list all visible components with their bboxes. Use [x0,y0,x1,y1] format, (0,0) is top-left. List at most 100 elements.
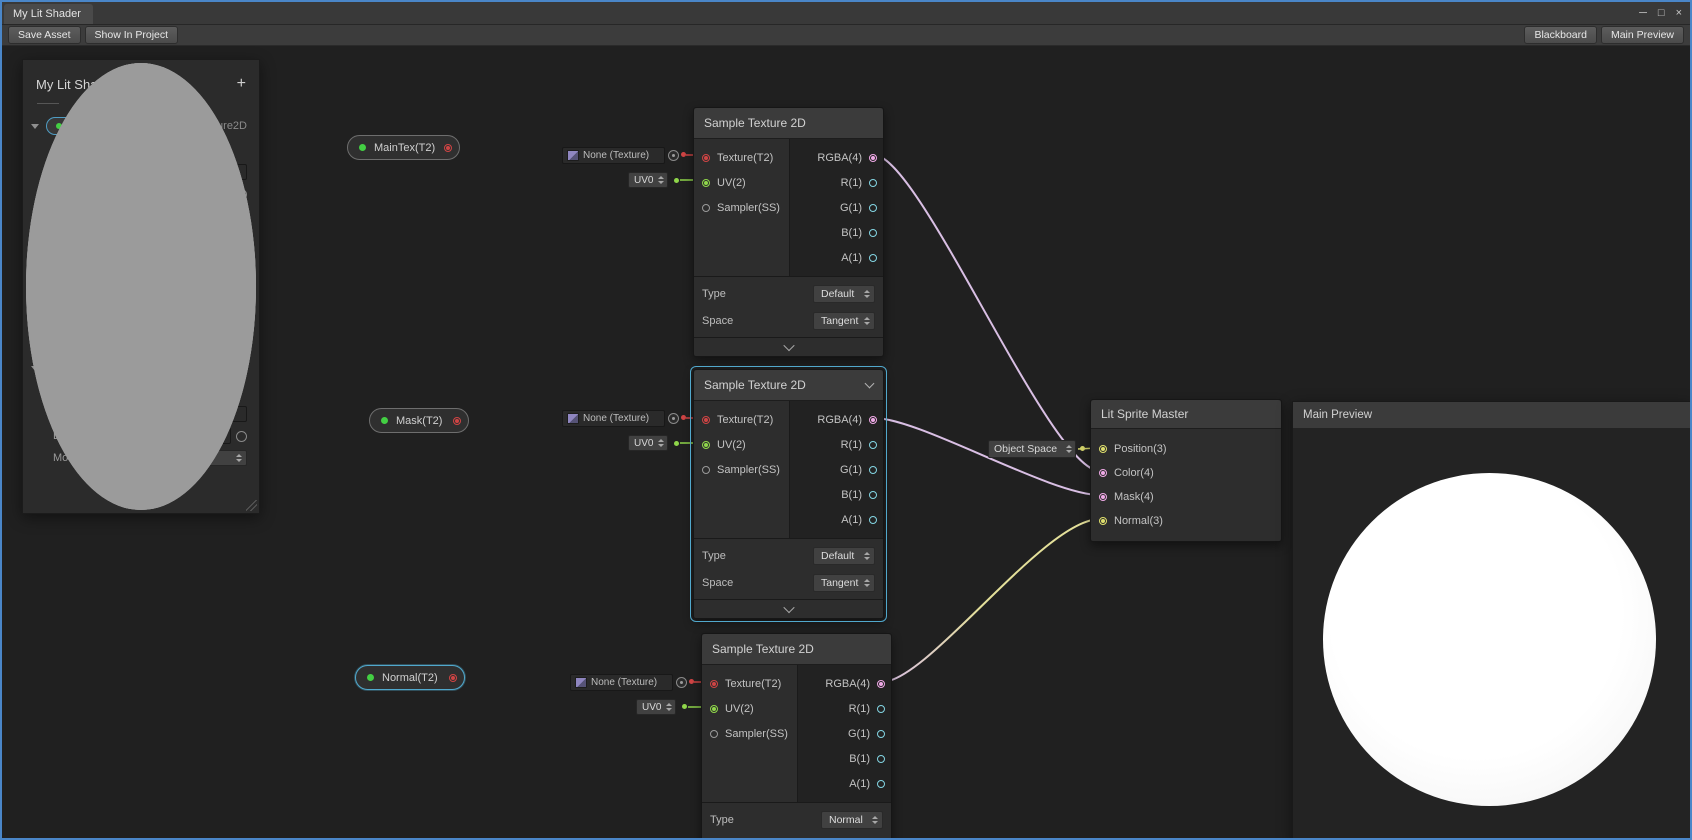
uv-port-icon[interactable] [702,179,710,187]
uv-channel-dropdown[interactable]: UV0 [628,435,668,451]
minimize-icon[interactable]: ─ [1639,8,1647,19]
object-picker-icon[interactable] [236,431,247,442]
a-port-icon[interactable] [869,516,877,524]
blackboard-toggle-button[interactable]: Blackboard [1524,26,1597,44]
a-port-icon[interactable] [877,780,885,788]
output-port-rgba[interactable]: RGBA(4) [790,407,883,432]
r-port-icon[interactable] [869,179,877,187]
input-port-mask[interactable]: Mask(4) [1091,485,1281,509]
blackboard-resize-grip[interactable] [246,500,257,511]
node-header[interactable]: Lit Sprite Master [1091,400,1281,429]
a-port-icon[interactable] [869,254,877,262]
node-header[interactable]: Sample Texture 2D [702,634,891,665]
expand-triangle-icon[interactable] [31,124,39,129]
input-port-sampler[interactable]: Sampler(SS) [694,457,789,482]
rgba-port-icon[interactable] [869,154,877,162]
input-port-uv[interactable]: UV(2) [702,696,797,721]
input-port-sampler[interactable]: Sampler(SS) [694,195,789,220]
g-port-icon[interactable] [869,466,877,474]
b-port-icon[interactable] [869,229,877,237]
uv-port-icon[interactable] [702,441,710,449]
save-asset-button[interactable]: Save Asset [8,26,81,44]
close-icon[interactable]: × [1676,8,1682,19]
output-port-r[interactable]: R(1) [798,696,891,721]
node-sample-texture-2d-3[interactable]: Sample Texture 2D Texture(T2) UV(2) Samp… [701,633,892,840]
node-header[interactable]: Sample Texture 2D [694,370,883,401]
texture-output-port[interactable] [453,417,461,425]
output-port-g[interactable]: G(1) [790,195,883,220]
window-tab[interactable]: My Lit Shader [4,4,93,24]
r-port-icon[interactable] [869,441,877,449]
output-port-rgba[interactable]: RGBA(4) [790,145,883,170]
output-port-b[interactable]: B(1) [790,220,883,245]
texture-port-icon[interactable] [702,154,710,162]
chevron-down-icon[interactable] [865,379,875,389]
property-node-mask[interactable]: Mask(T2) [369,408,469,433]
input-port-uv[interactable]: UV(2) [694,432,789,457]
object-picker-icon[interactable] [676,677,687,688]
object-picker-icon[interactable] [668,150,679,161]
output-port-r[interactable]: R(1) [790,432,883,457]
b-port-icon[interactable] [869,491,877,499]
output-port-rgba[interactable]: RGBA(4) [798,671,891,696]
texture-port-icon[interactable] [702,416,710,424]
space-dropdown[interactable]: Tangent [813,312,875,330]
input-port-texture[interactable]: Texture(T2) [702,671,797,696]
texture-port-icon[interactable] [710,680,718,688]
input-port-uv[interactable]: UV(2) [694,170,789,195]
blackboard-panel[interactable]: My Lit Shader + MainTex Texture2D Expose… [22,59,260,514]
type-dropdown[interactable]: Default [813,547,875,565]
node-header[interactable]: Sample Texture 2D [694,108,883,139]
input-port-color[interactable]: Color(4) [1091,461,1281,485]
g-port-icon[interactable] [869,204,877,212]
titlebar[interactable]: My Lit Shader ─ □ × [2,2,1690,25]
property-node-normal[interactable]: Normal(T2) [355,665,465,690]
space-dropdown[interactable]: Tangent [813,574,875,592]
output-port-a[interactable]: A(1) [790,245,883,270]
position-port-icon[interactable] [1099,445,1107,453]
rgba-port-icon[interactable] [877,680,885,688]
texture-slot-field[interactable]: None (Texture) [570,674,673,691]
texture-slot-field[interactable]: None (Texture) [562,147,665,164]
object-picker-icon[interactable] [668,413,679,424]
output-port-b[interactable]: B(1) [798,746,891,771]
input-port-sampler[interactable]: Sampler(SS) [702,721,797,746]
show-in-project-button[interactable]: Show In Project [85,26,179,44]
r-port-icon[interactable] [877,705,885,713]
output-port-b[interactable]: B(1) [790,482,883,507]
property-node-maintex[interactable]: MainTex(T2) [347,135,460,160]
sampler-port-icon[interactable] [702,204,710,212]
type-dropdown[interactable]: Normal [821,811,883,829]
texture-slot-field[interactable]: None (Texture) [562,410,665,427]
input-port-normal[interactable]: Normal(3) [1091,509,1281,533]
output-port-g[interactable]: G(1) [798,721,891,746]
sampler-port-icon[interactable] [702,466,710,474]
node-sample-texture-2d-1[interactable]: Sample Texture 2D Texture(T2) UV(2) Samp… [693,107,884,357]
main-preview-header[interactable]: Main Preview [1293,402,1691,429]
node-lit-sprite-master[interactable]: Lit Sprite Master Position(3) Color(4) M… [1090,399,1282,542]
main-preview-panel[interactable]: Main Preview [1292,401,1692,840]
texture-output-port[interactable] [444,144,452,152]
position-space-dropdown[interactable]: Object Space [988,440,1076,458]
maximize-icon[interactable]: □ [1658,8,1665,19]
main-preview-toggle-button[interactable]: Main Preview [1601,26,1684,44]
uv-channel-dropdown[interactable]: UV0 [628,172,668,188]
b-port-icon[interactable] [877,755,885,763]
g-port-icon[interactable] [877,730,885,738]
output-port-r[interactable]: R(1) [790,170,883,195]
input-port-texture[interactable]: Texture(T2) [694,407,789,432]
node-sample-texture-2d-2[interactable]: Sample Texture 2D Texture(T2) UV(2) Samp… [693,369,884,619]
output-port-g[interactable]: G(1) [790,457,883,482]
color-port-icon[interactable] [1099,469,1107,477]
uv-channel-dropdown[interactable]: UV0 [636,699,676,715]
add-property-button[interactable]: + [237,76,246,92]
type-dropdown[interactable]: Default [813,285,875,303]
preview-collapse-button[interactable] [694,337,883,356]
input-port-position[interactable]: Position(3) [1091,437,1281,461]
normal-port-icon[interactable] [1099,517,1107,525]
texture-output-port[interactable] [449,674,457,682]
sampler-port-icon[interactable] [710,730,718,738]
uv-port-icon[interactable] [710,705,718,713]
output-port-a[interactable]: A(1) [798,771,891,796]
input-port-texture[interactable]: Texture(T2) [694,145,789,170]
